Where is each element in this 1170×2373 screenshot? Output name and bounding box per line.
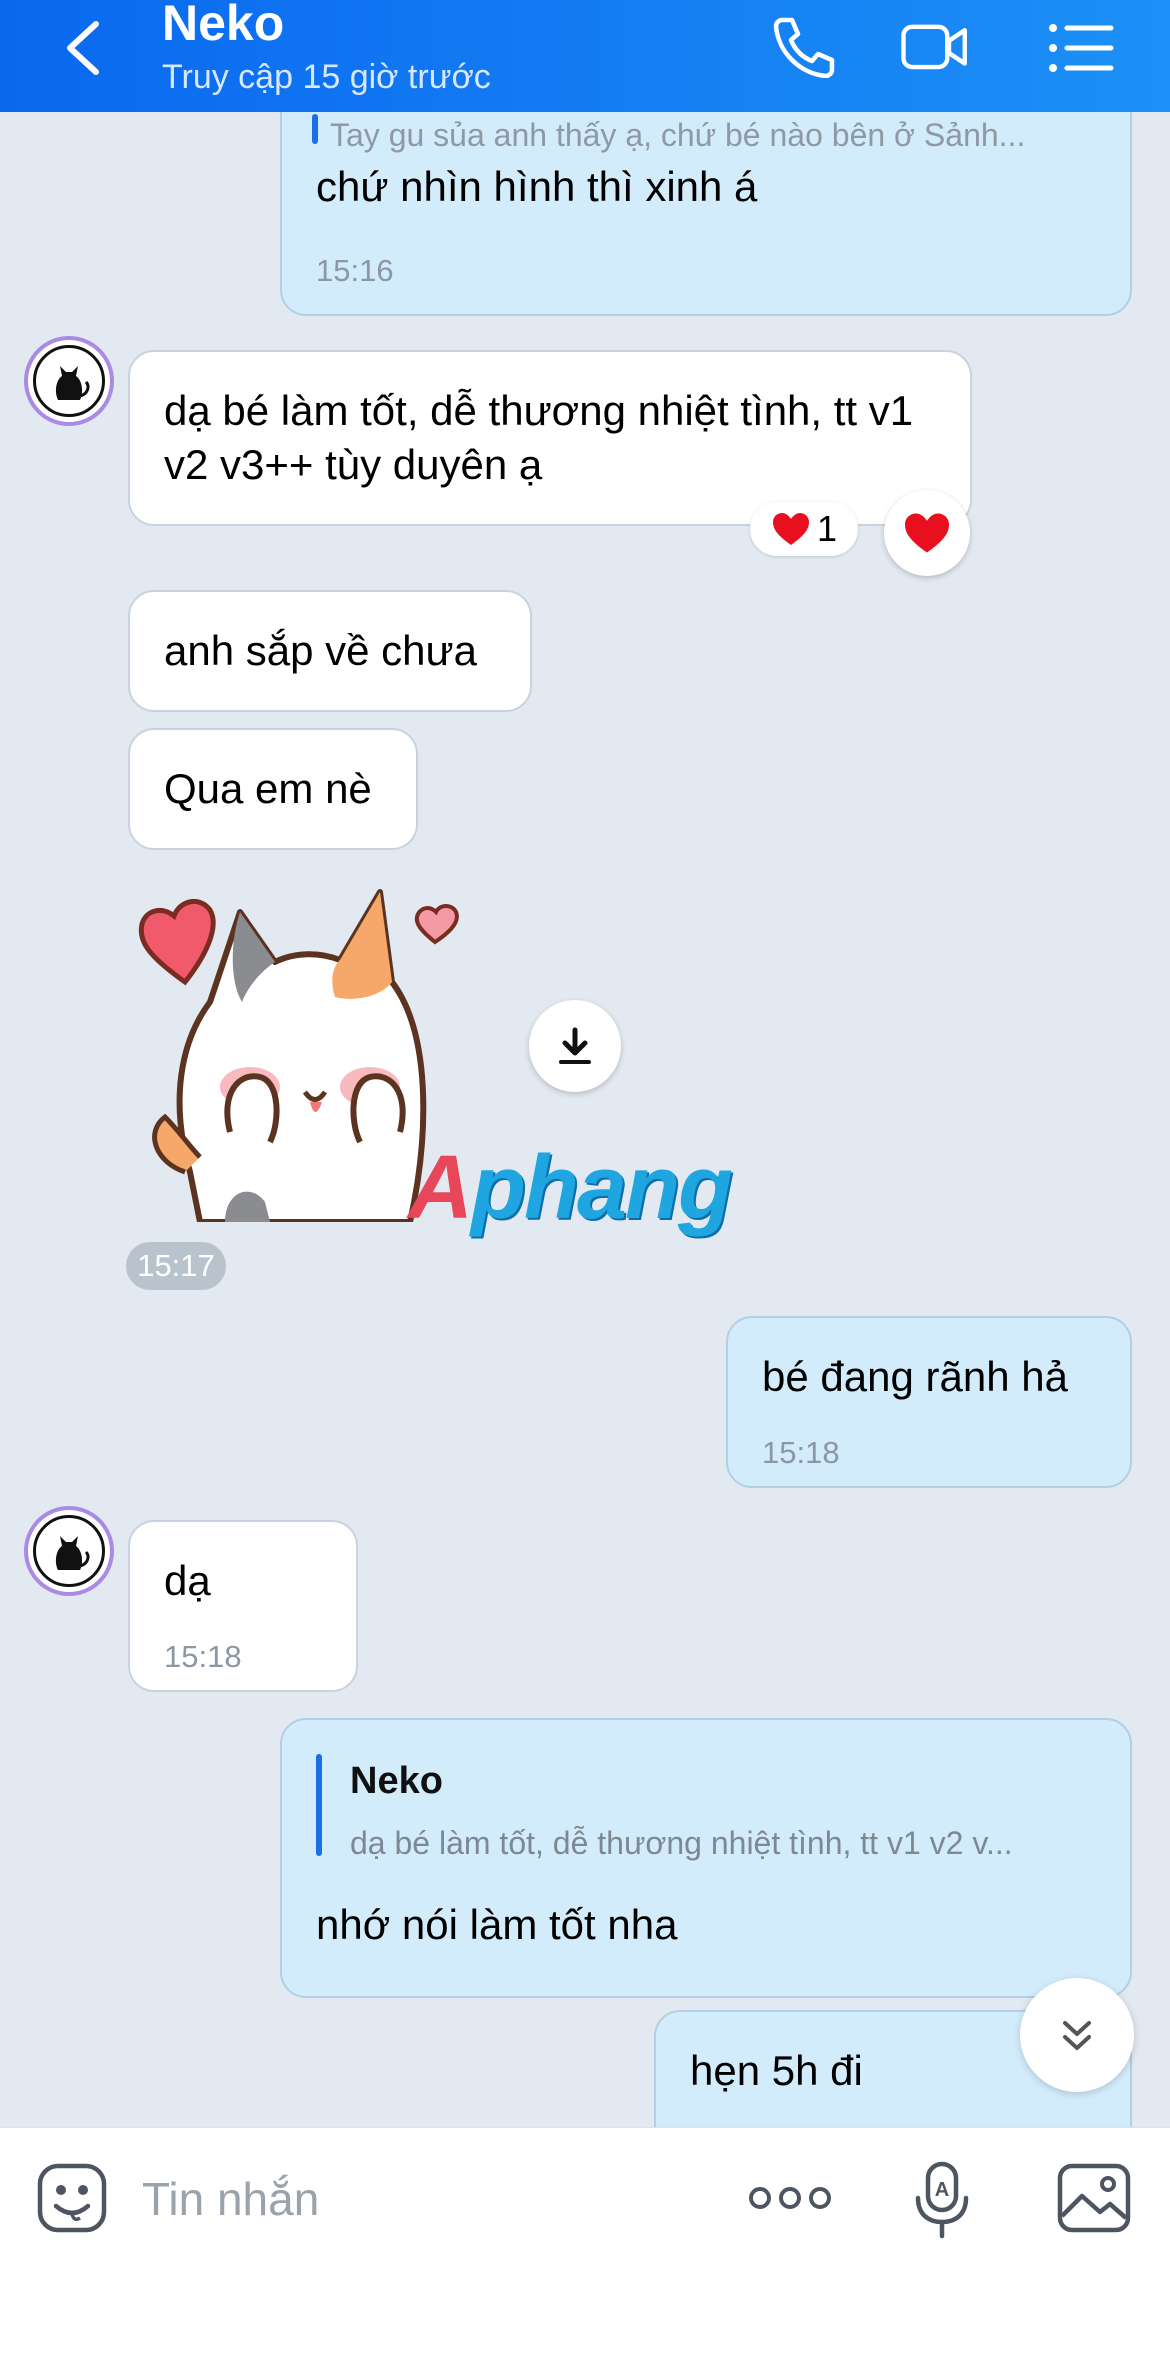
message-list[interactable]: Tay gu sủa anh thấy ạ, chứ bé nào bên ở … xyxy=(0,112,1170,2127)
quote-sender: Neko xyxy=(350,1760,443,1802)
message-bubble-incoming[interactable]: dạ 15:18 xyxy=(128,1520,358,1692)
download-icon xyxy=(559,1027,591,1064)
heart-icon xyxy=(905,513,949,553)
message-bubble-outgoing[interactable]: Tay gu sủa anh thấy ạ, chứ bé nào bên ở … xyxy=(280,112,1132,316)
quote-text: dạ bé làm tốt, dễ thương nhiệt tình, tt … xyxy=(350,1825,1013,1861)
reaction-summary[interactable]: 1 xyxy=(750,502,858,556)
composer-bar: A xyxy=(0,2127,1170,2373)
message-bubble-incoming[interactable]: dạ bé làm tốt, dễ thương nhiệt tình, tt … xyxy=(128,350,972,526)
voice-to-text-icon[interactable]: A xyxy=(912,2158,972,2242)
message-bubble-incoming[interactable]: anh sắp về chưa xyxy=(128,590,532,712)
chat-header: Neko Truy cập 15 giờ trước xyxy=(0,0,1170,112)
message-input[interactable] xyxy=(142,2164,702,2234)
quote-bar xyxy=(316,1754,322,1856)
message-time: 15:18 xyxy=(762,1435,840,1470)
message-bubble-outgoing[interactable]: bé đang rãnh hả 15:18 xyxy=(726,1316,1132,1488)
message-time: 15:18 xyxy=(164,1639,242,1674)
message-text: Qua em nè xyxy=(164,765,372,812)
scroll-to-bottom-button[interactable] xyxy=(1020,1978,1134,2092)
reaction-count: 1 xyxy=(816,508,838,549)
cat-logo-icon xyxy=(55,1536,90,1570)
back-icon[interactable] xyxy=(60,18,110,78)
message-time: 15:16 xyxy=(316,253,394,288)
message-text: anh sắp về chưa xyxy=(164,627,477,674)
message-text: dạ bé làm tốt, dễ thương nhiệt tình, tt … xyxy=(164,387,914,488)
message-text: nhớ nói làm tốt nha xyxy=(316,1901,678,1948)
list-menu-icon[interactable] xyxy=(1045,14,1115,78)
contact-name[interactable]: Neko xyxy=(162,0,284,52)
svg-text:A: A xyxy=(935,2179,949,2201)
download-button[interactable] xyxy=(529,1000,621,1092)
message-bubble-incoming[interactable]: Qua em nè xyxy=(128,728,418,850)
more-icon[interactable] xyxy=(748,2174,832,2222)
react-button[interactable] xyxy=(884,490,970,576)
video-call-icon[interactable] xyxy=(900,14,970,78)
last-seen-status: Truy cập 15 giờ trước xyxy=(162,58,491,96)
image-icon[interactable] xyxy=(1056,2160,1132,2236)
avatar[interactable] xyxy=(24,1506,114,1596)
message-text: dạ xyxy=(164,1557,211,1604)
watermark: Aphang xyxy=(408,1138,733,1238)
reply-preview-text: Tay gu sủa anh thấy ạ, chứ bé nào bên ở … xyxy=(330,117,1026,153)
message-text: bé đang rãnh hả xyxy=(762,1353,1068,1400)
phone-icon[interactable] xyxy=(768,14,838,78)
message-text: hẹn 5h đi xyxy=(690,2047,863,2094)
avatar[interactable] xyxy=(24,336,114,426)
message-bubble-outgoing[interactable]: Neko dạ bé làm tốt, dễ thương nhiệt tình… xyxy=(280,1718,1132,1998)
message-text: chứ nhìn hình thì xinh á xyxy=(316,163,758,210)
heart-icon xyxy=(772,513,809,545)
cat-logo-icon xyxy=(55,366,90,400)
chevron-double-down-icon xyxy=(1063,2021,1091,2050)
sticker-time: 15:17 xyxy=(126,1242,226,1290)
emoji-icon[interactable] xyxy=(36,2162,108,2234)
